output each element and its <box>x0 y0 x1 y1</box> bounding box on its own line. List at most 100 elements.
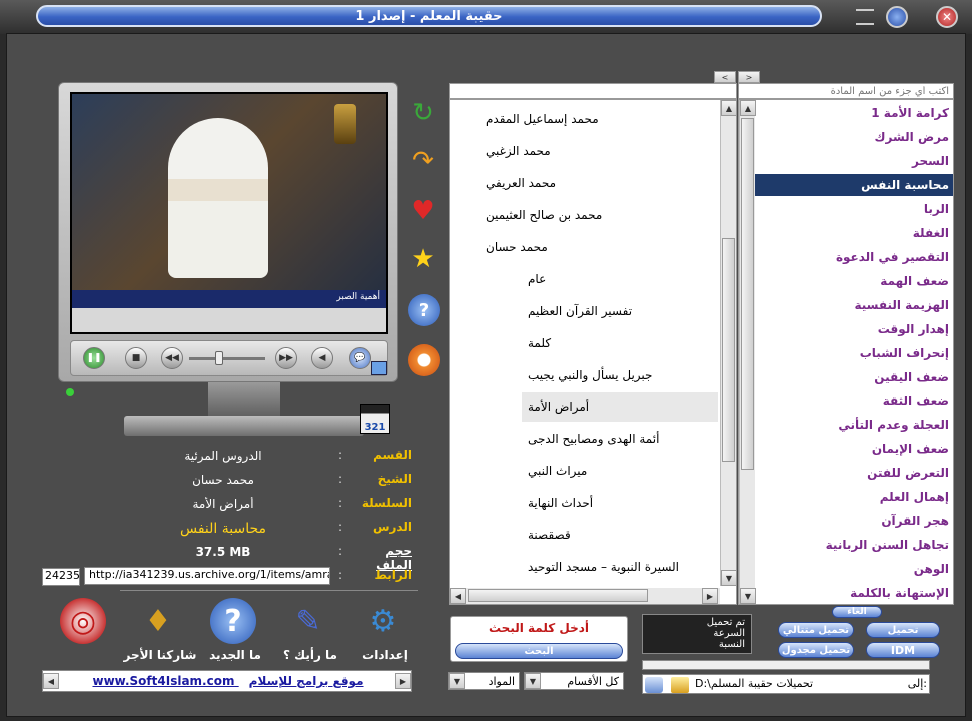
tree-folder-label[interactable]: محمد العريفي <box>486 176 556 190</box>
subject-item[interactable]: الإستهانة بالكلمة <box>755 582 953 604</box>
tree-series-row[interactable]: جبريل يسأل والنبي يجيب <box>522 360 718 390</box>
tree-series-row[interactable]: ميراث النبي <box>522 456 718 486</box>
tree-scroll-left[interactable]: ◀ <box>450 588 466 604</box>
site-link[interactable]: www.Soft4Islam.com موقع برامج للإسلام <box>63 674 393 690</box>
star-icon[interactable]: ★ <box>406 242 440 276</box>
tree-folder-row[interactable]: محمد بن صالح العثيمين <box>480 200 710 230</box>
tree-series-row[interactable]: أمراض الأمة <box>522 392 718 422</box>
tree-series-label[interactable]: أمراض الأمة <box>528 400 589 414</box>
filter-all-select[interactable]: ▼ كل الأقسام <box>524 672 624 690</box>
filter-type-select[interactable]: ▼ المواد <box>448 672 520 690</box>
list-scroll-up[interactable]: ▲ <box>740 100 756 116</box>
subject-list[interactable]: ▲ ▼ كرامة الأمة 1 مرض الشرك السحر محاسبة ال… <box>738 99 954 605</box>
toolbar-item[interactable]: ✎ ما رأيك ؟ <box>275 596 345 666</box>
download-table-button[interactable]: تحميل مجدول <box>778 642 854 658</box>
tree-vscroll[interactable]: ▲ ▼ <box>720 100 737 586</box>
subject-item[interactable]: ضعف الهمة <box>755 270 953 292</box>
menu-icon[interactable] <box>856 9 874 25</box>
pause-button[interactable]: ❚❚ <box>83 347 105 369</box>
tree-series-label[interactable]: ميراث النبي <box>528 464 587 478</box>
subject-item[interactable]: التعرض للفتن <box>755 462 953 484</box>
toolbar-item[interactable]: ♦ شاركنا الأجر <box>124 596 197 666</box>
tree-scroll-right[interactable]: ▶ <box>702 588 718 604</box>
forward-button[interactable]: ▶▶ <box>275 347 297 369</box>
tree-series-label[interactable]: قصقصنة <box>528 528 571 542</box>
stop-download-button[interactable]: الغاء <box>832 606 882 618</box>
tree-folder-row[interactable]: محمد الزغبي <box>480 136 710 166</box>
settings-gear-icon[interactable]: ⚙ <box>360 598 406 644</box>
seek-thumb[interactable] <box>215 351 223 365</box>
scroll-right-button[interactable]: ▶ <box>395 673 411 689</box>
feedback-icon[interactable]: ✎ <box>285 598 331 644</box>
tree-folder-label[interactable]: محمد حسان <box>486 240 548 254</box>
tree-folder-row[interactable]: محمد إسماعيل المقدم <box>480 104 710 134</box>
site-link-text[interactable]: www.Soft4Islam.com <box>92 674 234 688</box>
subject-item[interactable]: الهزيمة النفسية <box>755 294 953 316</box>
list-scroll-thumb[interactable] <box>741 118 754 470</box>
refresh-icon[interactable]: ↻ <box>406 96 440 130</box>
tree-folder-row[interactable]: محمد العريفي <box>480 168 710 198</box>
subject-item[interactable]: ضعف اليقين <box>755 366 953 388</box>
subject-item[interactable]: التقصير في الدعوة <box>755 246 953 268</box>
subject-item[interactable]: إهدار الوقت <box>755 318 953 340</box>
save-path-value[interactable]: D:\تحميلات حقيبة المسلم <box>695 677 895 690</box>
nav-prev-button[interactable]: < <box>714 71 736 83</box>
whats-new-icon[interactable]: ? <box>210 598 256 644</box>
tree-hscroll-thumb[interactable] <box>468 589 648 602</box>
home-icon[interactable] <box>645 677 663 693</box>
search-button[interactable]: البحث <box>455 643 623 659</box>
list-vscroll[interactable]: ▲ ▼ <box>739 100 756 604</box>
toolbar-item[interactable]: ⚙ إعدادات <box>350 596 420 666</box>
subject-item[interactable]: ضعف الإيمان <box>755 438 953 460</box>
tree-series-row[interactable]: تفسير القرآن العظيم <box>522 296 718 326</box>
toolbar-item[interactable]: ? ما الجديد <box>200 596 270 666</box>
tree-folder-label[interactable]: محمد بن صالح العثيمين <box>486 208 602 222</box>
chat-button[interactable]: 💬 <box>349 347 371 369</box>
download-button[interactable]: تحميل <box>866 622 940 638</box>
tree-scroll-down[interactable]: ▼ <box>721 570 737 586</box>
share-reward-icon[interactable]: ♦ <box>135 598 181 644</box>
idm-button[interactable]: IDM <box>866 642 940 658</box>
subject-item[interactable]: هجر القرآن <box>755 510 953 532</box>
download-seq-button[interactable]: تحميل متتالي <box>778 622 854 638</box>
redo-icon[interactable]: ↷ <box>406 144 440 178</box>
tree-scroll-thumb[interactable] <box>722 238 735 462</box>
site-link-title[interactable]: موقع برامج للإسلام <box>249 674 364 688</box>
tree-series-label[interactable]: أحداث النهاية <box>528 496 593 510</box>
subject-item[interactable]: الوهن <box>755 558 953 580</box>
tree-series-label[interactable]: جبريل يسأل والنبي يجيب <box>528 368 652 382</box>
chevron-down-icon[interactable]: ▼ <box>525 673 541 689</box>
seek-slider[interactable] <box>189 351 265 365</box>
chevron-down-icon[interactable]: ▼ <box>449 673 465 689</box>
subject-item[interactable]: الغفلة <box>755 222 953 244</box>
tree-folder-label[interactable]: محمد إسماعيل المقدم <box>486 112 599 126</box>
subject-item[interactable]: محاسبة النفس <box>755 174 953 196</box>
globe-icon[interactable]: ◎ <box>60 598 106 644</box>
fullscreen-button[interactable] <box>371 361 387 375</box>
tree-series-row[interactable]: كلمة <box>522 328 718 358</box>
help-icon[interactable]: ? <box>408 294 440 326</box>
folder-open-icon[interactable] <box>671 677 689 693</box>
subject-item[interactable]: إهمال العلم <box>755 486 953 508</box>
close-button[interactable]: ✕ <box>936 6 958 28</box>
tree-series-label[interactable]: تفسير القرآن العظيم <box>528 304 632 318</box>
subject-item[interactable]: إنحراف الشباب <box>755 342 953 364</box>
video-frame[interactable]: أهمية الصبر <box>72 94 386 332</box>
tree-series-label[interactable]: كلمة <box>528 336 551 350</box>
scroll-left-button[interactable]: ◀ <box>43 673 59 689</box>
list-scroll-down[interactable]: ▼ <box>740 588 756 604</box>
tree-hscroll[interactable]: ◀ ▶ <box>450 588 720 604</box>
subject-item[interactable]: ضعف الثقة <box>755 390 953 412</box>
subject-item[interactable]: مرض الشرك <box>755 126 953 148</box>
tree-series-row[interactable]: أحداث النهاية <box>522 488 718 518</box>
favorite-add-icon[interactable]: ♥ <box>406 194 440 228</box>
volume-button[interactable]: ◀ <box>311 347 333 369</box>
rewind-button[interactable]: ◀◀ <box>161 347 183 369</box>
subject-item[interactable]: الربا <box>755 198 953 220</box>
info-value[interactable]: http://ia341239.us.archive.org/1/items/a… <box>84 567 330 585</box>
stop-button[interactable]: ■ <box>125 347 147 369</box>
tree-series-label[interactable]: أئمة الهدى ومصابيح الدجى <box>528 432 659 446</box>
tree-series-row[interactable]: أئمة الهدى ومصابيح الدجى <box>522 424 718 454</box>
nav-next-button[interactable]: > <box>738 71 760 83</box>
subject-item[interactable]: العجلة وعدم التأني <box>755 414 953 436</box>
